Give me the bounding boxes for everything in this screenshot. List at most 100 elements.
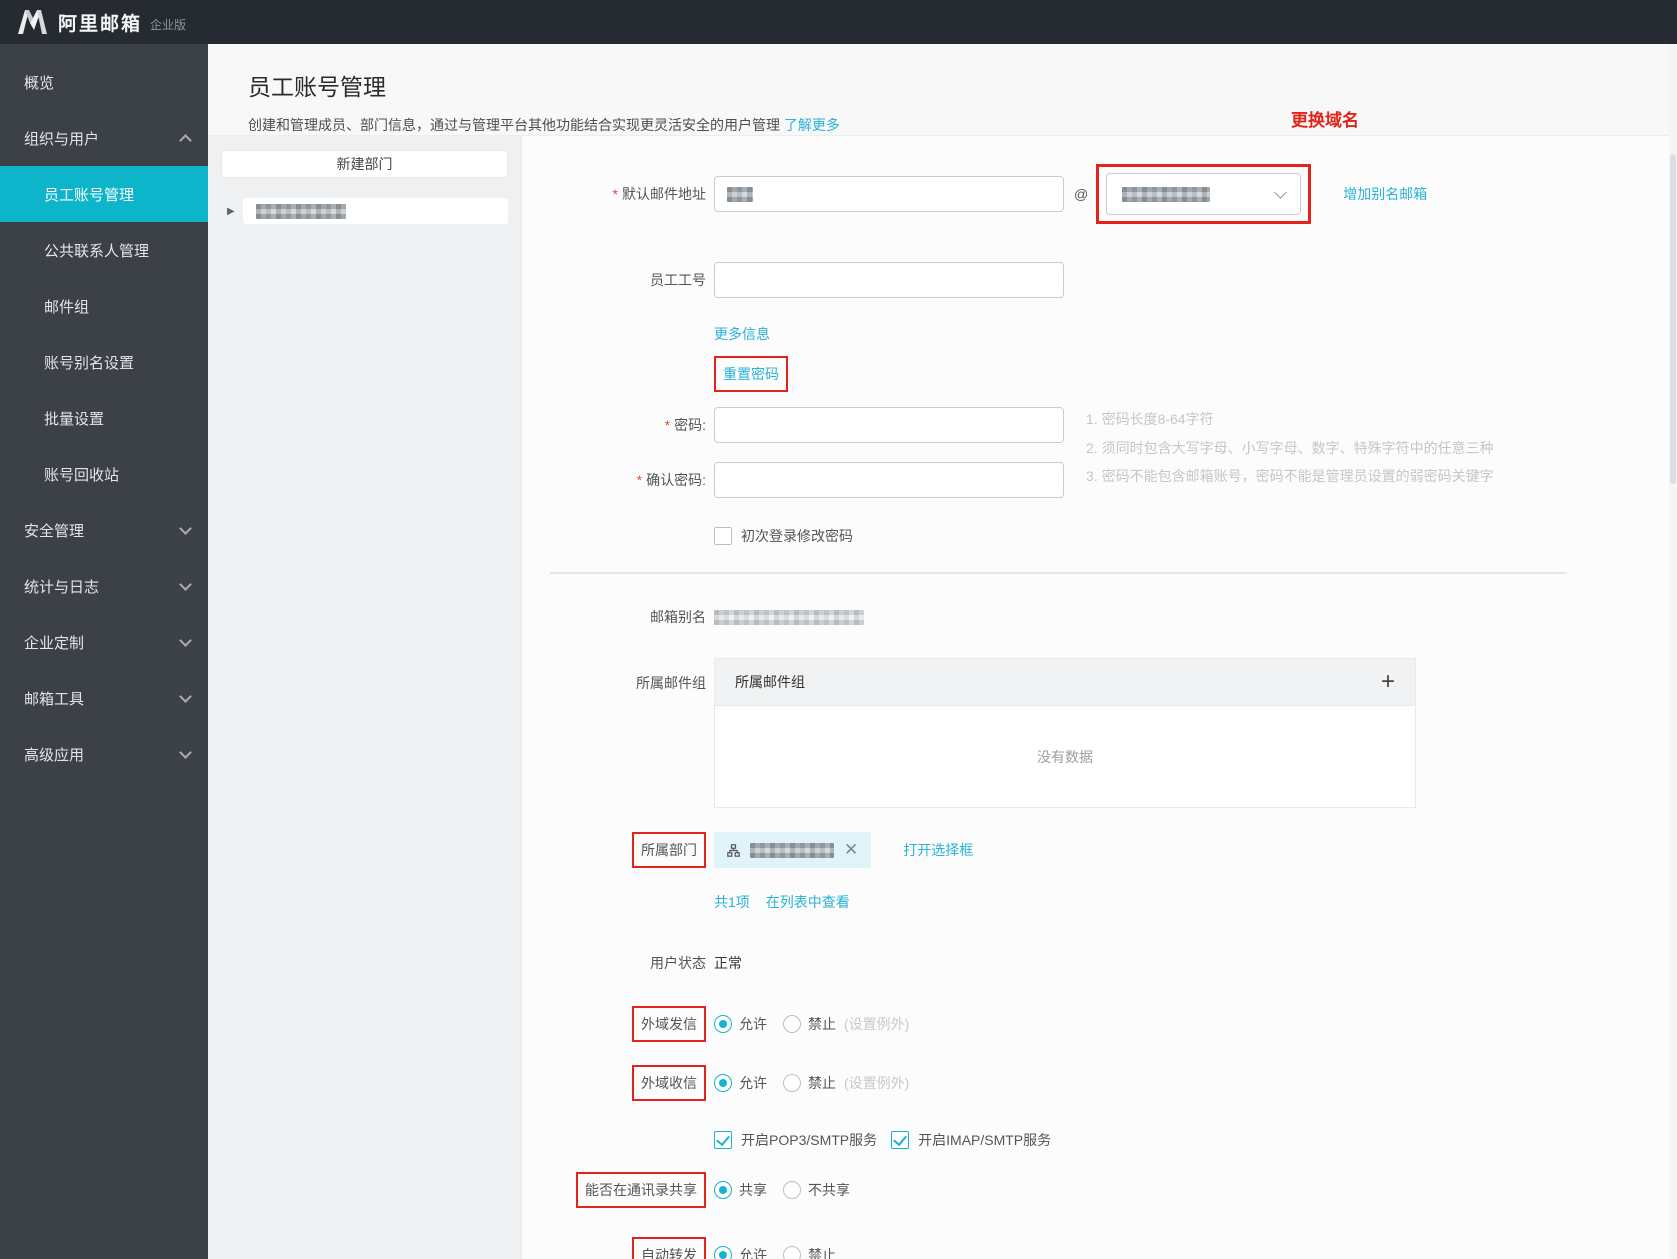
sidebar-item-label: 批量设置 <box>44 410 105 428</box>
sidebar-item-security[interactable]: 安全管理 <box>0 502 208 558</box>
sidebar-item-stats-logs[interactable]: 统计与日志 <box>0 558 208 614</box>
employee-id-input[interactable] <box>714 262 1064 298</box>
department-chip[interactable]: ✕ <box>714 832 872 868</box>
tree-expand-icon[interactable]: ▶ <box>227 206 235 217</box>
sidebar-item-mail-groups[interactable]: 邮件组 <box>0 278 208 334</box>
auto-forward-allow-radio[interactable]: 允许 <box>714 1245 767 1259</box>
sidebar-item-label: 邮件组 <box>44 298 90 316</box>
edition-badge: 企业版 <box>150 17 187 32</box>
external-receive-deny-radio[interactable]: 禁止 <box>783 1073 836 1093</box>
chevron-down-icon <box>179 745 192 759</box>
scrollbar-track[interactable] <box>1669 44 1677 1259</box>
sidebar-item-mail-tools[interactable]: 邮箱工具 <box>0 670 208 726</box>
sidebar-item-label: 安全管理 <box>24 522 85 540</box>
sidebar-item-account-alias[interactable]: 账号别名设置 <box>0 334 208 390</box>
external-receive-annotation-box: 外域收信 <box>632 1065 706 1101</box>
employee-id-label: 员工工号 <box>650 272 706 288</box>
section-divider <box>550 572 1567 574</box>
alimail-logo-icon <box>18 10 47 34</box>
first-login-change-checkbox[interactable] <box>714 527 732 545</box>
department-name-redacted <box>255 203 346 219</box>
mailbox-alias-redacted <box>714 609 864 625</box>
department-tree-item[interactable]: ▶ <box>221 198 508 224</box>
no-share-radio[interactable]: 不共享 <box>783 1180 850 1200</box>
domain-annotation-box <box>1096 164 1312 224</box>
more-info-link[interactable]: 更多信息 <box>714 324 770 344</box>
user-status-label: 用户状态 <box>650 955 706 971</box>
chevron-down-icon <box>179 689 192 703</box>
external-receive-allow-radio[interactable]: 允许 <box>714 1073 767 1093</box>
contacts-share-label: 能否在通讯录共享 <box>585 1182 697 1198</box>
add-alias-link[interactable]: 增加别名邮箱 <box>1343 184 1427 204</box>
radio-selected-icon[interactable] <box>714 1181 732 1199</box>
add-mail-group-icon[interactable]: + <box>1381 670 1395 694</box>
sidebar-item-org-users[interactable]: 组织与用户 <box>0 110 208 166</box>
external-send-deny-radio[interactable]: 禁止 <box>783 1014 836 1034</box>
learn-more-link[interactable]: 了解更多 <box>784 117 840 133</box>
chevron-down-icon <box>179 521 192 535</box>
sidebar-item-overview[interactable]: 概览 <box>0 54 208 110</box>
open-selector-link[interactable]: 打开选择框 <box>903 840 973 860</box>
department-tree-node[interactable] <box>242 198 508 224</box>
mail-group-table: 所属邮件组 + 没有数据 <box>714 658 1416 808</box>
first-login-change-label: 初次登录修改密码 <box>741 528 853 544</box>
radio-unselected-icon[interactable] <box>783 1015 801 1033</box>
radio-selected-icon[interactable] <box>714 1246 732 1259</box>
brand-name: 阿里邮箱 <box>58 13 143 35</box>
department-annotation-box: 所属部门 <box>632 832 706 868</box>
at-sign: @ <box>1074 186 1089 202</box>
page-subtitle: 创建和管理成员、部门信息，通过与管理平台其他功能结合实现更灵活安全的用户管理 了… <box>248 115 1677 135</box>
pop3-smtp-label: 开启POP3/SMTP服务 <box>741 1132 878 1148</box>
email-local-input[interactable] <box>714 176 1064 212</box>
remove-department-icon[interactable]: ✕ <box>844 840 858 860</box>
password-rules: 1. 密码长度8-64字符 2. 须同时包含大写字母、小写字母、数字、特殊字符中… <box>1086 405 1494 491</box>
sidebar-item-enterprise-custom[interactable]: 企业定制 <box>0 614 208 670</box>
radio-selected-icon[interactable] <box>714 1074 732 1092</box>
auto-forward-label: 自动转发 <box>641 1247 697 1259</box>
sidebar: 概览 组织与用户 员工账号管理 公共联系人管理 邮件组 账号别名设置 批量设置 … <box>0 44 208 1259</box>
page-header: 员工账号管理 创建和管理成员、部门信息，通过与管理平台其他功能结合实现更灵活安全… <box>208 44 1677 136</box>
set-exception-text: (设置例外) <box>844 1016 910 1032</box>
sidebar-item-label: 账号别名设置 <box>44 354 135 372</box>
mail-group-empty-text: 没有数据 <box>1037 748 1093 765</box>
sidebar-item-public-contacts[interactable]: 公共联系人管理 <box>0 222 208 278</box>
email-address-label: * 默认邮件地址 <box>612 186 706 202</box>
sidebar-item-label: 统计与日志 <box>24 578 100 596</box>
sidebar-item-account-recycle[interactable]: 账号回收站 <box>0 446 208 502</box>
chevron-down-icon <box>1274 185 1288 199</box>
required-asterisk: * <box>636 472 643 488</box>
department-chip-redacted <box>750 842 834 858</box>
confirm-password-input[interactable] <box>714 462 1064 498</box>
required-asterisk: * <box>664 417 671 433</box>
radio-selected-icon[interactable] <box>714 1015 732 1033</box>
domain-change-annotation: 更换域名 <box>1291 111 1359 130</box>
password-rule-3: 3. 密码不能包含邮箱账号，密码不能是管理员设置的弱密码关键字 <box>1086 468 1494 484</box>
password-rule-2: 2. 须同时包含大写字母、小写字母、数字、特殊字符中的任意三种 <box>1086 439 1494 456</box>
department-tree-panel: 新建部门 ▶ <box>208 136 521 1259</box>
set-exception-text: (设置例外) <box>844 1075 910 1091</box>
sidebar-item-employee-accounts[interactable]: 员工账号管理 <box>0 166 208 222</box>
view-in-list-link[interactable]: 在列表中查看 <box>766 892 850 912</box>
sidebar-item-label: 员工账号管理 <box>44 186 135 204</box>
radio-unselected-icon[interactable] <box>783 1181 801 1199</box>
scrollbar-thumb[interactable] <box>1670 154 1676 484</box>
new-department-button[interactable]: 新建部门 <box>221 150 508 178</box>
chevron-up-icon <box>179 133 192 147</box>
radio-unselected-icon[interactable] <box>783 1246 801 1259</box>
sidebar-item-advanced-apps[interactable]: 高级应用 <box>0 726 208 782</box>
org-chart-icon <box>727 843 740 857</box>
auto-forward-deny-radio[interactable]: 禁止 <box>783 1245 836 1259</box>
topbar: 阿里邮箱 企业版 <box>0 0 1677 44</box>
external-send-allow-radio[interactable]: 允许 <box>714 1014 767 1034</box>
radio-unselected-icon[interactable] <box>783 1074 801 1092</box>
auto-forward-annotation-box: 自动转发 <box>632 1237 706 1259</box>
sidebar-item-batch-settings[interactable]: 批量设置 <box>0 390 208 446</box>
imap-smtp-checkbox[interactable] <box>891 1131 910 1149</box>
reset-password-link[interactable]: 重置密码 <box>723 366 779 382</box>
password-input[interactable] <box>714 407 1064 443</box>
pop3-smtp-checkbox[interactable] <box>714 1131 732 1149</box>
domain-select[interactable] <box>1106 173 1302 215</box>
mail-group-label: 所属邮件组 <box>636 675 706 691</box>
share-radio[interactable]: 共享 <box>714 1180 767 1200</box>
main-area: 员工账号管理 创建和管理成员、部门信息，通过与管理平台其他功能结合实现更灵活安全… <box>208 44 1677 1259</box>
